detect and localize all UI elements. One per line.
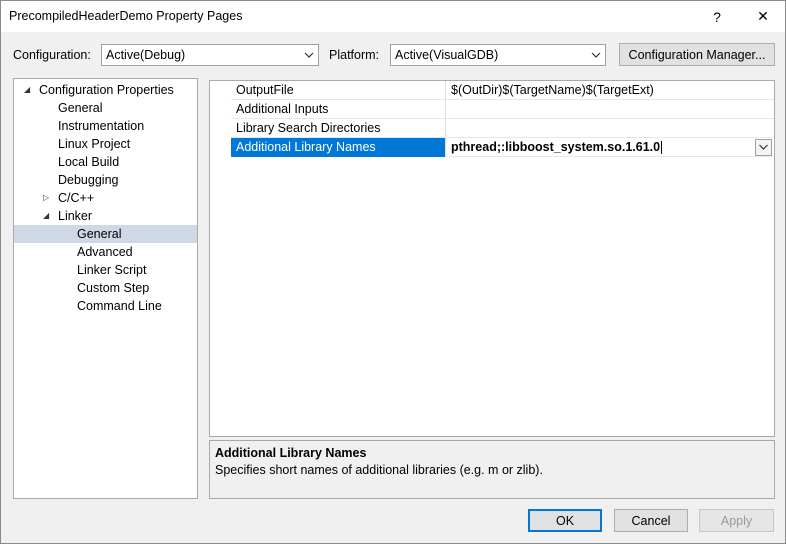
window-title: PrecompiledHeaderDemo Property Pages bbox=[9, 9, 243, 23]
title-bar: PrecompiledHeaderDemo Property Pages ? ✕ bbox=[1, 1, 785, 32]
tree-item-label: C/C++ bbox=[58, 191, 95, 205]
description-panel: Additional Library Names Specifies short… bbox=[209, 440, 775, 499]
property-value-text[interactable]: pthread;:libboost_system.so.1.61.0 bbox=[451, 140, 660, 154]
property-name[interactable]: OutputFile bbox=[231, 81, 446, 100]
expanded-icon[interactable]: ◢ bbox=[24, 81, 36, 99]
tree-item-instrumentation[interactable]: Instrumentation bbox=[14, 117, 197, 135]
property-row-output-file[interactable]: OutputFile $(OutDir)$(TargetName)$(Targe… bbox=[210, 81, 774, 100]
platform-select[interactable]: Active(VisualGDB) bbox=[390, 44, 606, 66]
tree-item-label: Linker bbox=[58, 209, 93, 223]
help-icon: ? bbox=[713, 8, 721, 25]
tree-item-label: Debugging bbox=[58, 173, 119, 187]
category-tree[interactable]: ◢ Configuration Properties General Instr… bbox=[13, 78, 198, 499]
configuration-label: Configuration: bbox=[13, 48, 91, 62]
tree-item-label: General bbox=[77, 227, 122, 241]
property-row-additional-library-names[interactable]: Additional Library Names pthread;:libboo… bbox=[210, 138, 774, 157]
tree-item-label: Configuration Properties bbox=[39, 83, 174, 97]
tree-item-configuration-properties[interactable]: ◢ Configuration Properties bbox=[14, 81, 197, 99]
tree-item-local-build[interactable]: Local Build bbox=[14, 153, 197, 171]
tree-item-linux-project[interactable]: Linux Project bbox=[14, 135, 197, 153]
tree-item-label: General bbox=[58, 101, 103, 115]
configuration-select[interactable]: Active(Debug) bbox=[101, 44, 319, 66]
text-caret bbox=[661, 141, 663, 155]
property-value[interactable] bbox=[447, 100, 774, 119]
tree-item-c-cpp[interactable]: ▷ C/C++ bbox=[14, 189, 197, 207]
close-button[interactable]: ✕ bbox=[741, 1, 785, 32]
row-gutter bbox=[210, 81, 231, 100]
help-button[interactable]: ? bbox=[695, 1, 739, 32]
configuration-value: Active(Debug) bbox=[106, 48, 186, 62]
tree-item-label: Custom Step bbox=[77, 281, 150, 295]
property-row-library-search-directories[interactable]: Library Search Directories bbox=[210, 119, 774, 138]
expanded-icon[interactable]: ◢ bbox=[43, 207, 55, 225]
tree-item-label: Local Build bbox=[58, 155, 120, 169]
description-text: Specifies short names of additional libr… bbox=[215, 463, 543, 477]
row-gutter bbox=[210, 100, 231, 119]
ok-button[interactable]: OK bbox=[528, 509, 602, 532]
tree-item-linker[interactable]: ◢ Linker bbox=[14, 207, 197, 225]
chevron-down-icon bbox=[304, 52, 314, 58]
property-value[interactable] bbox=[447, 119, 774, 138]
property-value[interactable]: $(OutDir)$(TargetName)$(TargetExt) bbox=[447, 81, 774, 100]
close-icon: ✕ bbox=[757, 8, 769, 24]
property-name[interactable]: Additional Library Names bbox=[231, 138, 446, 157]
property-grid[interactable]: OutputFile $(OutDir)$(TargetName)$(Targe… bbox=[209, 80, 775, 437]
row-gutter bbox=[210, 119, 231, 138]
collapsed-icon[interactable]: ▷ bbox=[43, 189, 55, 207]
tree-item-linker-script[interactable]: Linker Script bbox=[14, 261, 197, 279]
row-gutter bbox=[210, 138, 231, 157]
chevron-down-icon bbox=[591, 52, 601, 58]
description-title: Additional Library Names bbox=[215, 446, 367, 460]
tree-item-debugging[interactable]: Debugging bbox=[14, 171, 197, 189]
value-dropdown-button[interactable] bbox=[755, 139, 772, 156]
property-name[interactable]: Additional Inputs bbox=[231, 100, 446, 119]
chevron-down-icon bbox=[759, 144, 768, 150]
property-value-editor[interactable]: pthread;:libboost_system.so.1.61.0 bbox=[447, 138, 774, 157]
platform-label: Platform: bbox=[329, 48, 380, 62]
tree-item-label: Linux Project bbox=[58, 137, 131, 151]
tree-item-linker-advanced[interactable]: Advanced bbox=[14, 243, 197, 261]
property-row-additional-inputs[interactable]: Additional Inputs bbox=[210, 100, 774, 119]
tree-item-label: Command Line bbox=[77, 299, 162, 313]
tree-item-label: Instrumentation bbox=[58, 119, 145, 133]
tree-item-linker-general[interactable]: General bbox=[14, 225, 197, 243]
property-pages-dialog: PrecompiledHeaderDemo Property Pages ? ✕… bbox=[0, 0, 786, 544]
tree-item-label: Linker Script bbox=[77, 263, 147, 277]
tree-item-label: Advanced bbox=[77, 245, 133, 259]
apply-button[interactable]: Apply bbox=[699, 509, 774, 532]
cancel-button[interactable]: Cancel bbox=[614, 509, 688, 532]
tree-item-command-line[interactable]: Command Line bbox=[14, 297, 197, 315]
tree-item-general[interactable]: General bbox=[14, 99, 197, 117]
configuration-manager-button[interactable]: Configuration Manager... bbox=[619, 43, 775, 66]
tree-item-custom-step[interactable]: Custom Step bbox=[14, 279, 197, 297]
property-name[interactable]: Library Search Directories bbox=[231, 119, 446, 138]
platform-value: Active(VisualGDB) bbox=[395, 48, 499, 62]
